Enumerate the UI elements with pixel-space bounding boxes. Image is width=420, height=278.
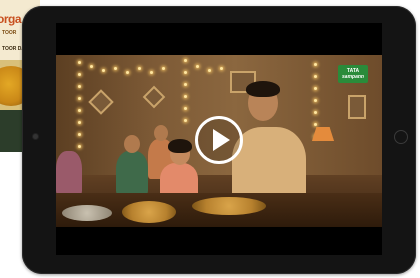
package-text-1: TOOR (2, 30, 17, 36)
video-player[interactable]: TATA sampann (56, 55, 382, 227)
food-plate (122, 201, 176, 223)
girl-hair (168, 139, 192, 153)
play-button[interactable] (195, 116, 243, 164)
fairy-lights-right (314, 55, 317, 175)
logo-line-2: sampann (342, 73, 364, 80)
background-person-head (124, 135, 140, 153)
food-plate (192, 197, 266, 215)
background-person (116, 151, 148, 195)
man-hair (246, 81, 280, 97)
tata-sampann-logo: TATA sampann (338, 65, 368, 83)
tablet-screen: TATA sampann (56, 23, 382, 255)
serving-plate (62, 205, 112, 221)
play-icon (213, 129, 230, 151)
package-brand-text: orga (0, 12, 22, 26)
camera-icon (33, 134, 38, 139)
background-person-head (154, 125, 168, 141)
background-person (56, 151, 82, 195)
tablet-device: TATA sampann (22, 6, 416, 274)
home-button[interactable] (394, 130, 408, 144)
wall-picture-frame (348, 95, 366, 119)
